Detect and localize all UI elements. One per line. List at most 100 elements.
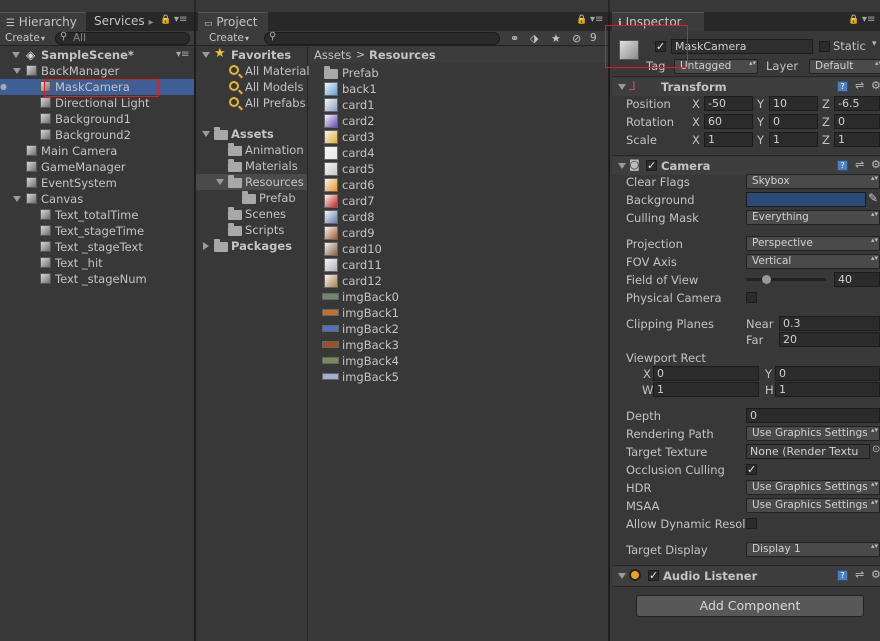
file-item[interactable]: imgBack3 xyxy=(309,337,608,353)
hdr-dropdown[interactable]: Use Graphics Settings xyxy=(746,480,880,495)
fov-field[interactable]: 40 xyxy=(834,272,880,287)
expand-icon[interactable] xyxy=(618,573,626,579)
fov-slider-knob[interactable] xyxy=(762,275,771,284)
vp-w-field[interactable]: 1 xyxy=(653,382,759,397)
gear-icon[interactable]: ⚙ xyxy=(871,568,880,581)
favorite-item[interactable]: All Prefabs xyxy=(196,95,307,111)
create-dropdown[interactable]: Create xyxy=(5,31,40,46)
tab-services[interactable]: Services ▸ xyxy=(88,12,159,31)
tab-hierarchy[interactable]: ☰ Hierarchy xyxy=(0,12,86,31)
hierarchy-item[interactable]: Text _hit xyxy=(0,255,194,271)
favorites-row[interactable]: ★ Favorites xyxy=(196,46,307,63)
scene-menu-icon[interactable]: ▾≡ xyxy=(176,47,189,63)
file-item[interactable]: imgBack2 xyxy=(309,321,608,337)
hierarchy-item[interactable]: Main Camera xyxy=(0,143,194,159)
file-item[interactable]: back1 xyxy=(309,81,608,97)
visibility-icon[interactable]: ● xyxy=(0,79,7,95)
create-dropdown[interactable]: Create xyxy=(209,31,244,46)
file-item[interactable]: card5 xyxy=(309,161,608,177)
depth-field[interactable]: 0 xyxy=(746,408,880,423)
panel-menu-icon[interactable]: ▾≡ xyxy=(174,14,187,25)
breadcrumb-resources[interactable]: Resources xyxy=(369,47,436,63)
expand-icon[interactable] xyxy=(12,52,20,58)
add-component-button[interactable]: Add Component xyxy=(636,595,864,617)
file-item[interactable]: card8 xyxy=(309,209,608,225)
filter-by-type-icon[interactable]: ⚭ xyxy=(510,31,519,46)
hierarchy-item[interactable]: Text _stageText xyxy=(0,239,194,255)
packages-row[interactable]: Packages xyxy=(196,238,307,254)
hierarchy-item[interactable]: Text_totalTime xyxy=(0,207,194,223)
hierarchy-item[interactable]: Text_stageTime xyxy=(0,223,194,239)
occlusion-culling-checkbox[interactable]: ✓ xyxy=(746,464,757,475)
physical-camera-checkbox[interactable] xyxy=(746,292,757,303)
expand-icon[interactable] xyxy=(13,196,21,202)
file-item[interactable]: card11 xyxy=(309,257,608,273)
breadcrumb-assets[interactable]: Assets xyxy=(314,47,351,63)
vp-x-field[interactable]: 0 xyxy=(653,366,759,381)
far-field[interactable]: 20 xyxy=(779,332,880,347)
eyedropper-icon[interactable]: ✎ xyxy=(868,191,878,205)
folder-item-scenes[interactable]: Scenes xyxy=(196,206,307,222)
file-item[interactable]: card2 xyxy=(309,113,608,129)
dynamic-resolution-checkbox[interactable] xyxy=(746,518,757,529)
object-picker-icon[interactable]: ⊙ xyxy=(872,444,880,455)
panel-menu-icon[interactable]: ▾≡ xyxy=(590,14,603,25)
vp-y-field[interactable]: 0 xyxy=(775,366,880,381)
clear-flags-dropdown[interactable]: Skybox xyxy=(746,174,880,189)
file-item[interactable]: card4 xyxy=(309,145,608,161)
preset-icon[interactable]: ⇌ xyxy=(855,568,864,581)
vp-h-field[interactable]: 1 xyxy=(775,382,880,397)
favorite-item[interactable]: All Models xyxy=(196,79,307,95)
hierarchy-search[interactable]: ⚲ All xyxy=(55,31,190,45)
fov-slider[interactable] xyxy=(746,272,826,287)
hierarchy-item[interactable]: Text _stageNum xyxy=(0,271,194,287)
msaa-dropdown[interactable]: Use Graphics Settings xyxy=(746,498,880,513)
file-item[interactable]: card10 xyxy=(309,241,608,257)
help-icon[interactable]: ? xyxy=(837,570,848,581)
expand-icon[interactable] xyxy=(13,68,21,74)
favorite-star-icon[interactable]: ★ xyxy=(551,31,561,46)
rendering-path-dropdown[interactable]: Use Graphics Settings xyxy=(746,426,880,441)
hierarchy-item[interactable]: Canvas xyxy=(0,191,194,207)
audio-listener-enabled-checkbox[interactable]: ✓ xyxy=(648,570,659,581)
file-item[interactable]: imgBack5 xyxy=(309,369,608,385)
tab-project[interactable]: ▭ Project xyxy=(198,12,268,31)
hierarchy-item[interactable]: GameManager xyxy=(0,159,194,175)
expand-icon[interactable] xyxy=(216,179,224,185)
target-display-dropdown[interactable]: Display 1 xyxy=(746,542,880,557)
hierarchy-item[interactable]: Directional Light xyxy=(0,95,194,111)
file-item[interactable]: card1 xyxy=(309,97,608,113)
collapse-icon[interactable] xyxy=(203,242,209,250)
filter-by-label-icon[interactable]: ⬗ xyxy=(530,31,538,46)
expand-icon[interactable] xyxy=(202,52,210,58)
file-item[interactable]: Prefab xyxy=(309,65,608,81)
file-item[interactable]: card12 xyxy=(309,273,608,289)
file-item[interactable]: card6 xyxy=(309,177,608,193)
target-texture-field[interactable]: None (Render Textu xyxy=(746,444,870,459)
culling-mask-dropdown[interactable]: Everything xyxy=(746,210,880,225)
file-item[interactable]: card7 xyxy=(309,193,608,209)
scene-row[interactable]: ◈ SampleScene* ▾≡ xyxy=(0,47,194,63)
file-item[interactable]: imgBack0 xyxy=(309,289,608,305)
hierarchy-item[interactable]: Background2 xyxy=(0,127,194,143)
folder-item-resources[interactable]: Resources xyxy=(196,174,307,190)
lock-icon[interactable]: 🔒 xyxy=(160,15,171,25)
hidden-packages-icon[interactable]: ⊘ xyxy=(572,31,581,46)
folder-item-prefab[interactable]: Prefab xyxy=(196,190,307,206)
file-item[interactable]: card9 xyxy=(309,225,608,241)
folder-item-scripts[interactable]: Scripts xyxy=(196,222,307,238)
file-item[interactable]: imgBack4 xyxy=(309,353,608,369)
hierarchy-item[interactable]: BackManager xyxy=(0,63,194,79)
favorite-item[interactable]: All Material xyxy=(196,63,310,79)
folder-item-animation[interactable]: Animation xyxy=(196,142,307,158)
projection-dropdown[interactable]: Perspective xyxy=(746,236,880,251)
audio-listener-header[interactable]: ✓ Audio Listener ? ⇌ ⚙ xyxy=(612,567,880,585)
folder-item-materials[interactable]: Materials xyxy=(196,158,307,174)
assets-row[interactable]: Assets xyxy=(196,126,307,142)
lock-icon[interactable]: 🔒 xyxy=(576,15,587,25)
file-item[interactable]: imgBack1 xyxy=(309,305,608,321)
hierarchy-item[interactable]: EventSystem xyxy=(0,175,194,191)
project-search[interactable]: ⚲ xyxy=(264,31,500,45)
background-color-swatch[interactable] xyxy=(746,192,866,207)
expand-icon[interactable] xyxy=(202,131,210,137)
